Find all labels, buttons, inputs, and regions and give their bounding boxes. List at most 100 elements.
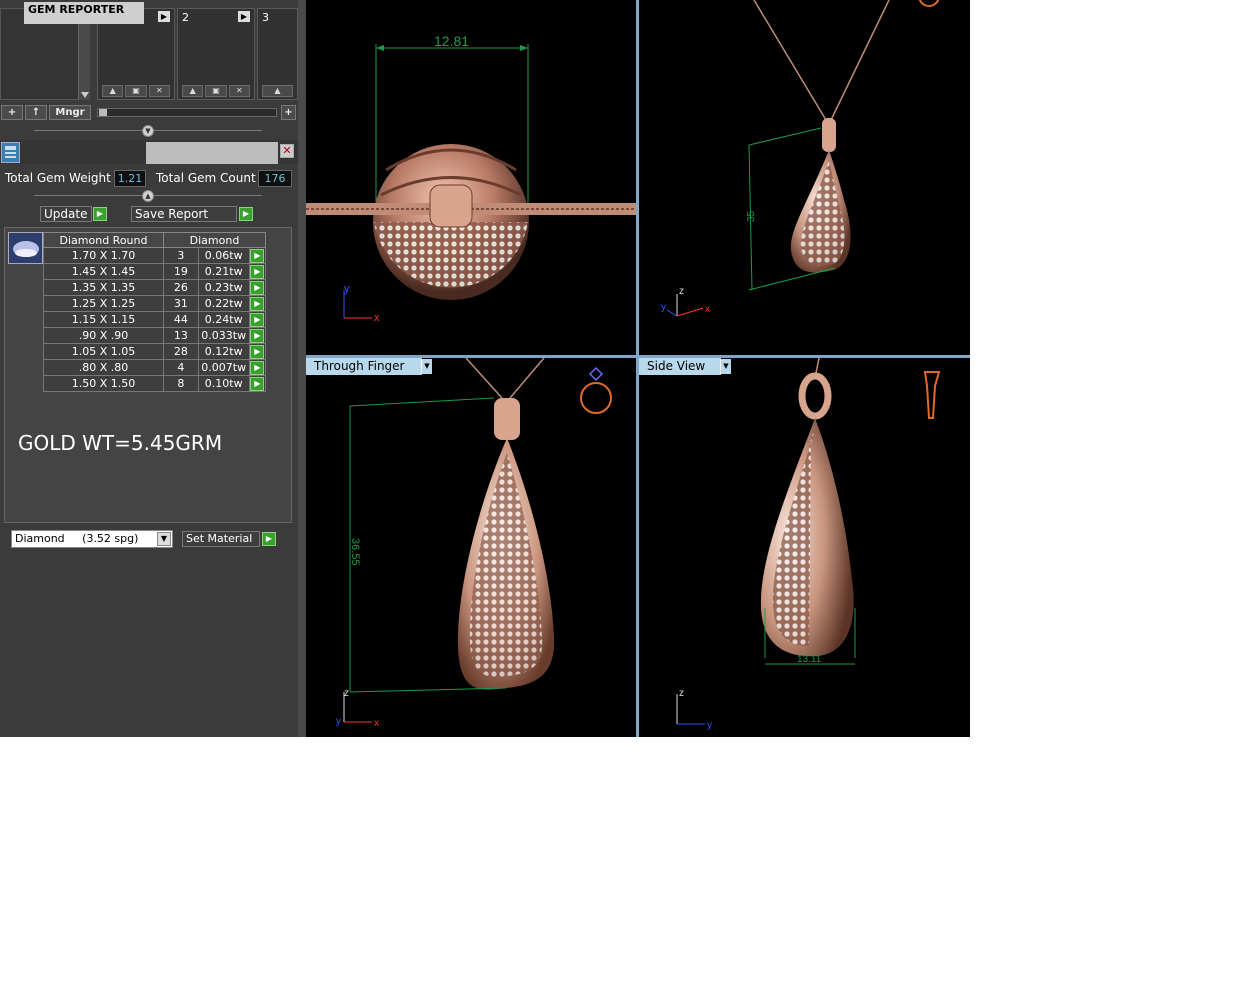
gem-weight: 0.06tw (197, 247, 250, 264)
viewport-top-right[interactable]: 35 z x y (639, 0, 970, 355)
row-go-icon[interactable]: ▶ (250, 360, 265, 375)
total-gem-count-label: Total Gem Count (156, 171, 256, 185)
slot-save-icon[interactable]: ▣ (205, 85, 227, 97)
height-dimension: 36.55 (349, 538, 361, 566)
front-view-render: 12.81 y x (306, 33, 636, 324)
table-row[interactable]: 1.05 X 1.05 28 0.12tw ▶ (43, 343, 267, 360)
gem-count: 4 (163, 359, 199, 376)
slot-3[interactable]: 3 ▲ (257, 8, 298, 100)
gem-count: 31 (163, 295, 199, 312)
table-row[interactable]: 1.35 X 1.35 26 0.23tw ▶ (43, 279, 267, 296)
slot-up-icon[interactable]: ▲ (102, 85, 124, 97)
manager-button[interactable]: Mngr (49, 105, 91, 120)
table-row[interactable]: .90 X .90 13 0.033tw ▶ (43, 327, 267, 344)
row-go-icon[interactable]: ▶ (250, 344, 265, 359)
header-material: Diamond (163, 232, 266, 248)
gem-count: 26 (163, 279, 199, 296)
row-go-icon[interactable]: ▶ (250, 248, 265, 263)
set-material-button[interactable]: Set Material (182, 531, 260, 547)
row-go-icon[interactable]: ▶ (250, 312, 265, 327)
row-go-icon[interactable]: ▶ (250, 280, 265, 295)
slot-up-icon[interactable]: ▲ (182, 85, 204, 97)
add-slot-button[interactable]: + (281, 105, 296, 120)
update-go-icon[interactable]: ▶ (93, 207, 107, 221)
left-panel: 1 ▶ ▲ ▣ ✕ 2 ▶ ▲ ▣ ✕ 3 ▲ + ↑ Mngr + ▼ (0, 0, 298, 737)
row-go-icon[interactable]: ▶ (250, 328, 265, 343)
viewport-top-left[interactable]: 12.81 y x (306, 0, 636, 355)
table-row[interactable]: 1.70 X 1.70 3 0.06tw ▶ (43, 247, 267, 264)
axis-label-z: z (679, 688, 684, 699)
gem-weight: 0.10tw (197, 375, 250, 392)
axis-label-x: x (374, 312, 380, 324)
chevron-down-icon[interactable]: ▼ (157, 532, 171, 546)
gem-weight: 0.21tw (197, 263, 250, 280)
view-mode-dropdown[interactable]: Side View ▼ (639, 358, 731, 375)
gem-size: 1.15 X 1.15 (43, 311, 164, 328)
table-row[interactable]: 1.45 X 1.45 19 0.21tw ▶ (43, 263, 267, 280)
slot-delete-icon[interactable]: ✕ (228, 85, 250, 97)
slot-play-arrow-icon[interactable]: ▶ (238, 11, 250, 22)
gem-size: 1.45 X 1.45 (43, 263, 164, 280)
height-dimension: 35 (746, 210, 757, 222)
set-material-go-icon[interactable]: ▶ (262, 532, 276, 546)
material-select[interactable]: Diamond (3.52 spg) ▼ (11, 530, 173, 548)
update-button[interactable]: Update (40, 206, 92, 222)
total-gem-count-value: 176 (258, 170, 292, 187)
axis-label-y: y (707, 720, 712, 731)
gem-size: .90 X .90 (43, 327, 164, 344)
slot-play-arrow-icon[interactable]: ▶ (158, 11, 170, 22)
chevron-down-icon[interactable]: ▼ (421, 359, 432, 374)
gem-weight: 0.12tw (197, 343, 250, 360)
gem-reporter-title: GEM REPORTER (24, 2, 144, 24)
gem-weight: 0.23tw (197, 279, 250, 296)
move-up-button[interactable]: ↑ (25, 105, 47, 120)
slot-buttons: ▲ ▣ ✕ (182, 85, 250, 97)
save-report-go-icon[interactable]: ▶ (239, 207, 253, 221)
total-gem-weight-value: 1.21 (114, 170, 146, 187)
expand-toggle-icon[interactable]: ▲ (142, 190, 154, 202)
gem-count: 8 (163, 375, 199, 392)
slot-number: 2 (182, 11, 189, 24)
table-row[interactable]: 1.50 X 1.50 8 0.10tw ▶ (43, 375, 267, 392)
table-row[interactable]: 1.25 X 1.25 31 0.22tw ▶ (43, 295, 267, 312)
viewport-area: 12.81 y x 35 z x y 36.55 z y x Through F… (306, 0, 970, 737)
close-icon[interactable]: ✕ (280, 144, 294, 158)
gem-count: 13 (163, 327, 199, 344)
view-mode-dropdown[interactable]: Through Finger ▼ (306, 358, 432, 375)
gem-table-header: Diamond Round Diamond (43, 232, 266, 248)
chevron-down-icon[interactable]: ▼ (720, 359, 731, 374)
gem-size: 1.50 X 1.50 (43, 375, 164, 392)
axis-label-x: x (374, 718, 379, 729)
table-row[interactable]: .80 X .80 4 0.007tw ▶ (43, 359, 267, 376)
diamond-thumbnail-icon[interactable] (8, 232, 43, 264)
material-select-value: Diamond (3.52 spg) (15, 532, 139, 545)
slot-slider[interactable] (97, 108, 277, 117)
slot-up-icon[interactable]: ▲ (262, 85, 293, 97)
panel-splitter[interactable] (298, 0, 306, 737)
slot-buttons: ▲ (262, 85, 293, 97)
collapse-toggle-icon[interactable]: ▼ (142, 125, 154, 137)
scroll-down-arrow-icon[interactable] (81, 92, 89, 98)
slot-slider-thumb[interactable] (99, 109, 107, 116)
table-row[interactable]: 1.15 X 1.15 44 0.24tw ▶ (43, 311, 267, 328)
gem-count: 44 (163, 311, 199, 328)
axis-label-y: y (344, 283, 350, 295)
save-report-button[interactable]: Save Report (131, 206, 237, 222)
axis-label-z: z (344, 688, 349, 699)
row-go-icon[interactable]: ▶ (250, 296, 265, 311)
view-mode-label: Through Finger (314, 359, 405, 373)
gem-weight: 0.24tw (197, 311, 250, 328)
slot-delete-icon[interactable]: ✕ (148, 85, 170, 97)
row-go-icon[interactable]: ▶ (250, 376, 265, 391)
perspective-view-render: 35 z x y (661, 0, 940, 317)
axis-label-z: z (679, 286, 684, 297)
add-layer-button[interactable]: + (1, 105, 23, 120)
slot-2[interactable]: 2 ▶ ▲ ▣ ✕ (177, 8, 255, 100)
side-view-render: 13.11 z y (676, 358, 941, 731)
row-go-icon[interactable]: ▶ (250, 264, 265, 279)
viewport-bottom-right[interactable]: 13.11 z y Side View ▼ (639, 358, 970, 737)
viewport-bottom-left[interactable]: 36.55 z y x Through Finger ▼ (306, 358, 636, 737)
gem-size: .80 X .80 (43, 359, 164, 376)
slot-number: 3 (262, 11, 269, 24)
slot-save-icon[interactable]: ▣ (125, 85, 147, 97)
